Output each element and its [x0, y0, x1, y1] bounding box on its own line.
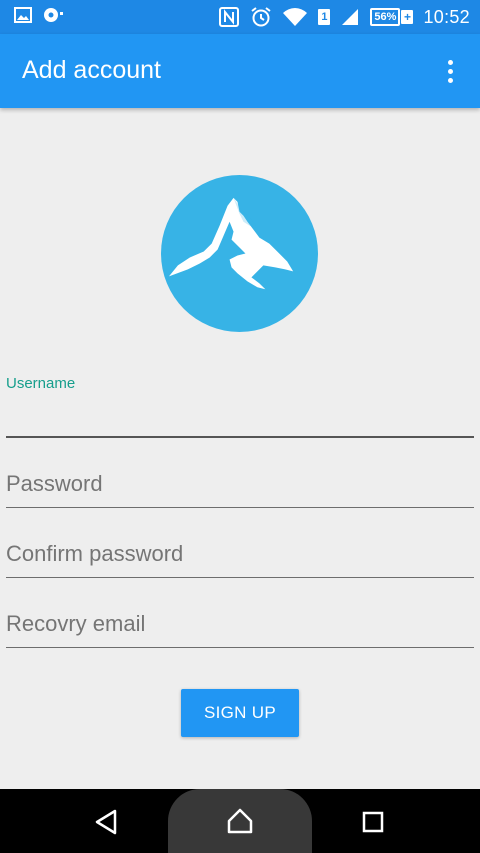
sign-up-button[interactable]: SIGN UP: [181, 689, 299, 737]
confirm-password-input[interactable]: [6, 530, 474, 577]
more-vert-icon[interactable]: [438, 56, 462, 86]
password-field-container: [6, 460, 474, 508]
app-bar: Add account: [0, 34, 480, 108]
image-icon: [14, 7, 32, 23]
username-label: Username: [6, 375, 76, 392]
nfc-icon: [219, 7, 240, 27]
status-indicators: 1 56% + 10:52: [218, 0, 470, 34]
battery-indicator: 56% +: [370, 8, 414, 26]
charging-icon: +: [401, 10, 414, 24]
status-time: 10:52: [423, 6, 470, 27]
password-input[interactable]: [6, 460, 474, 507]
battery-level: 56%: [370, 8, 401, 26]
home-icon[interactable]: [226, 808, 254, 834]
confirm-password-field-container: [6, 530, 474, 578]
status-bar: 1 56% + 10:52: [0, 0, 480, 34]
navigation-bar: [0, 789, 480, 853]
recovery-email-field-container: [6, 600, 474, 648]
username-input[interactable]: [6, 398, 474, 436]
alarm-icon: [251, 7, 272, 27]
page-title: Add account: [22, 56, 161, 84]
media-icon: [44, 8, 63, 22]
back-icon[interactable]: [94, 809, 118, 835]
wifi-icon: [283, 8, 308, 26]
recents-icon[interactable]: [362, 811, 384, 833]
sim-badge: 1: [318, 9, 331, 25]
recovery-email-input[interactable]: [6, 600, 474, 647]
mountain-icon: [160, 174, 319, 333]
status-notifications: [14, 6, 64, 24]
username-field-container: [6, 398, 474, 438]
signal-icon: [342, 9, 359, 25]
